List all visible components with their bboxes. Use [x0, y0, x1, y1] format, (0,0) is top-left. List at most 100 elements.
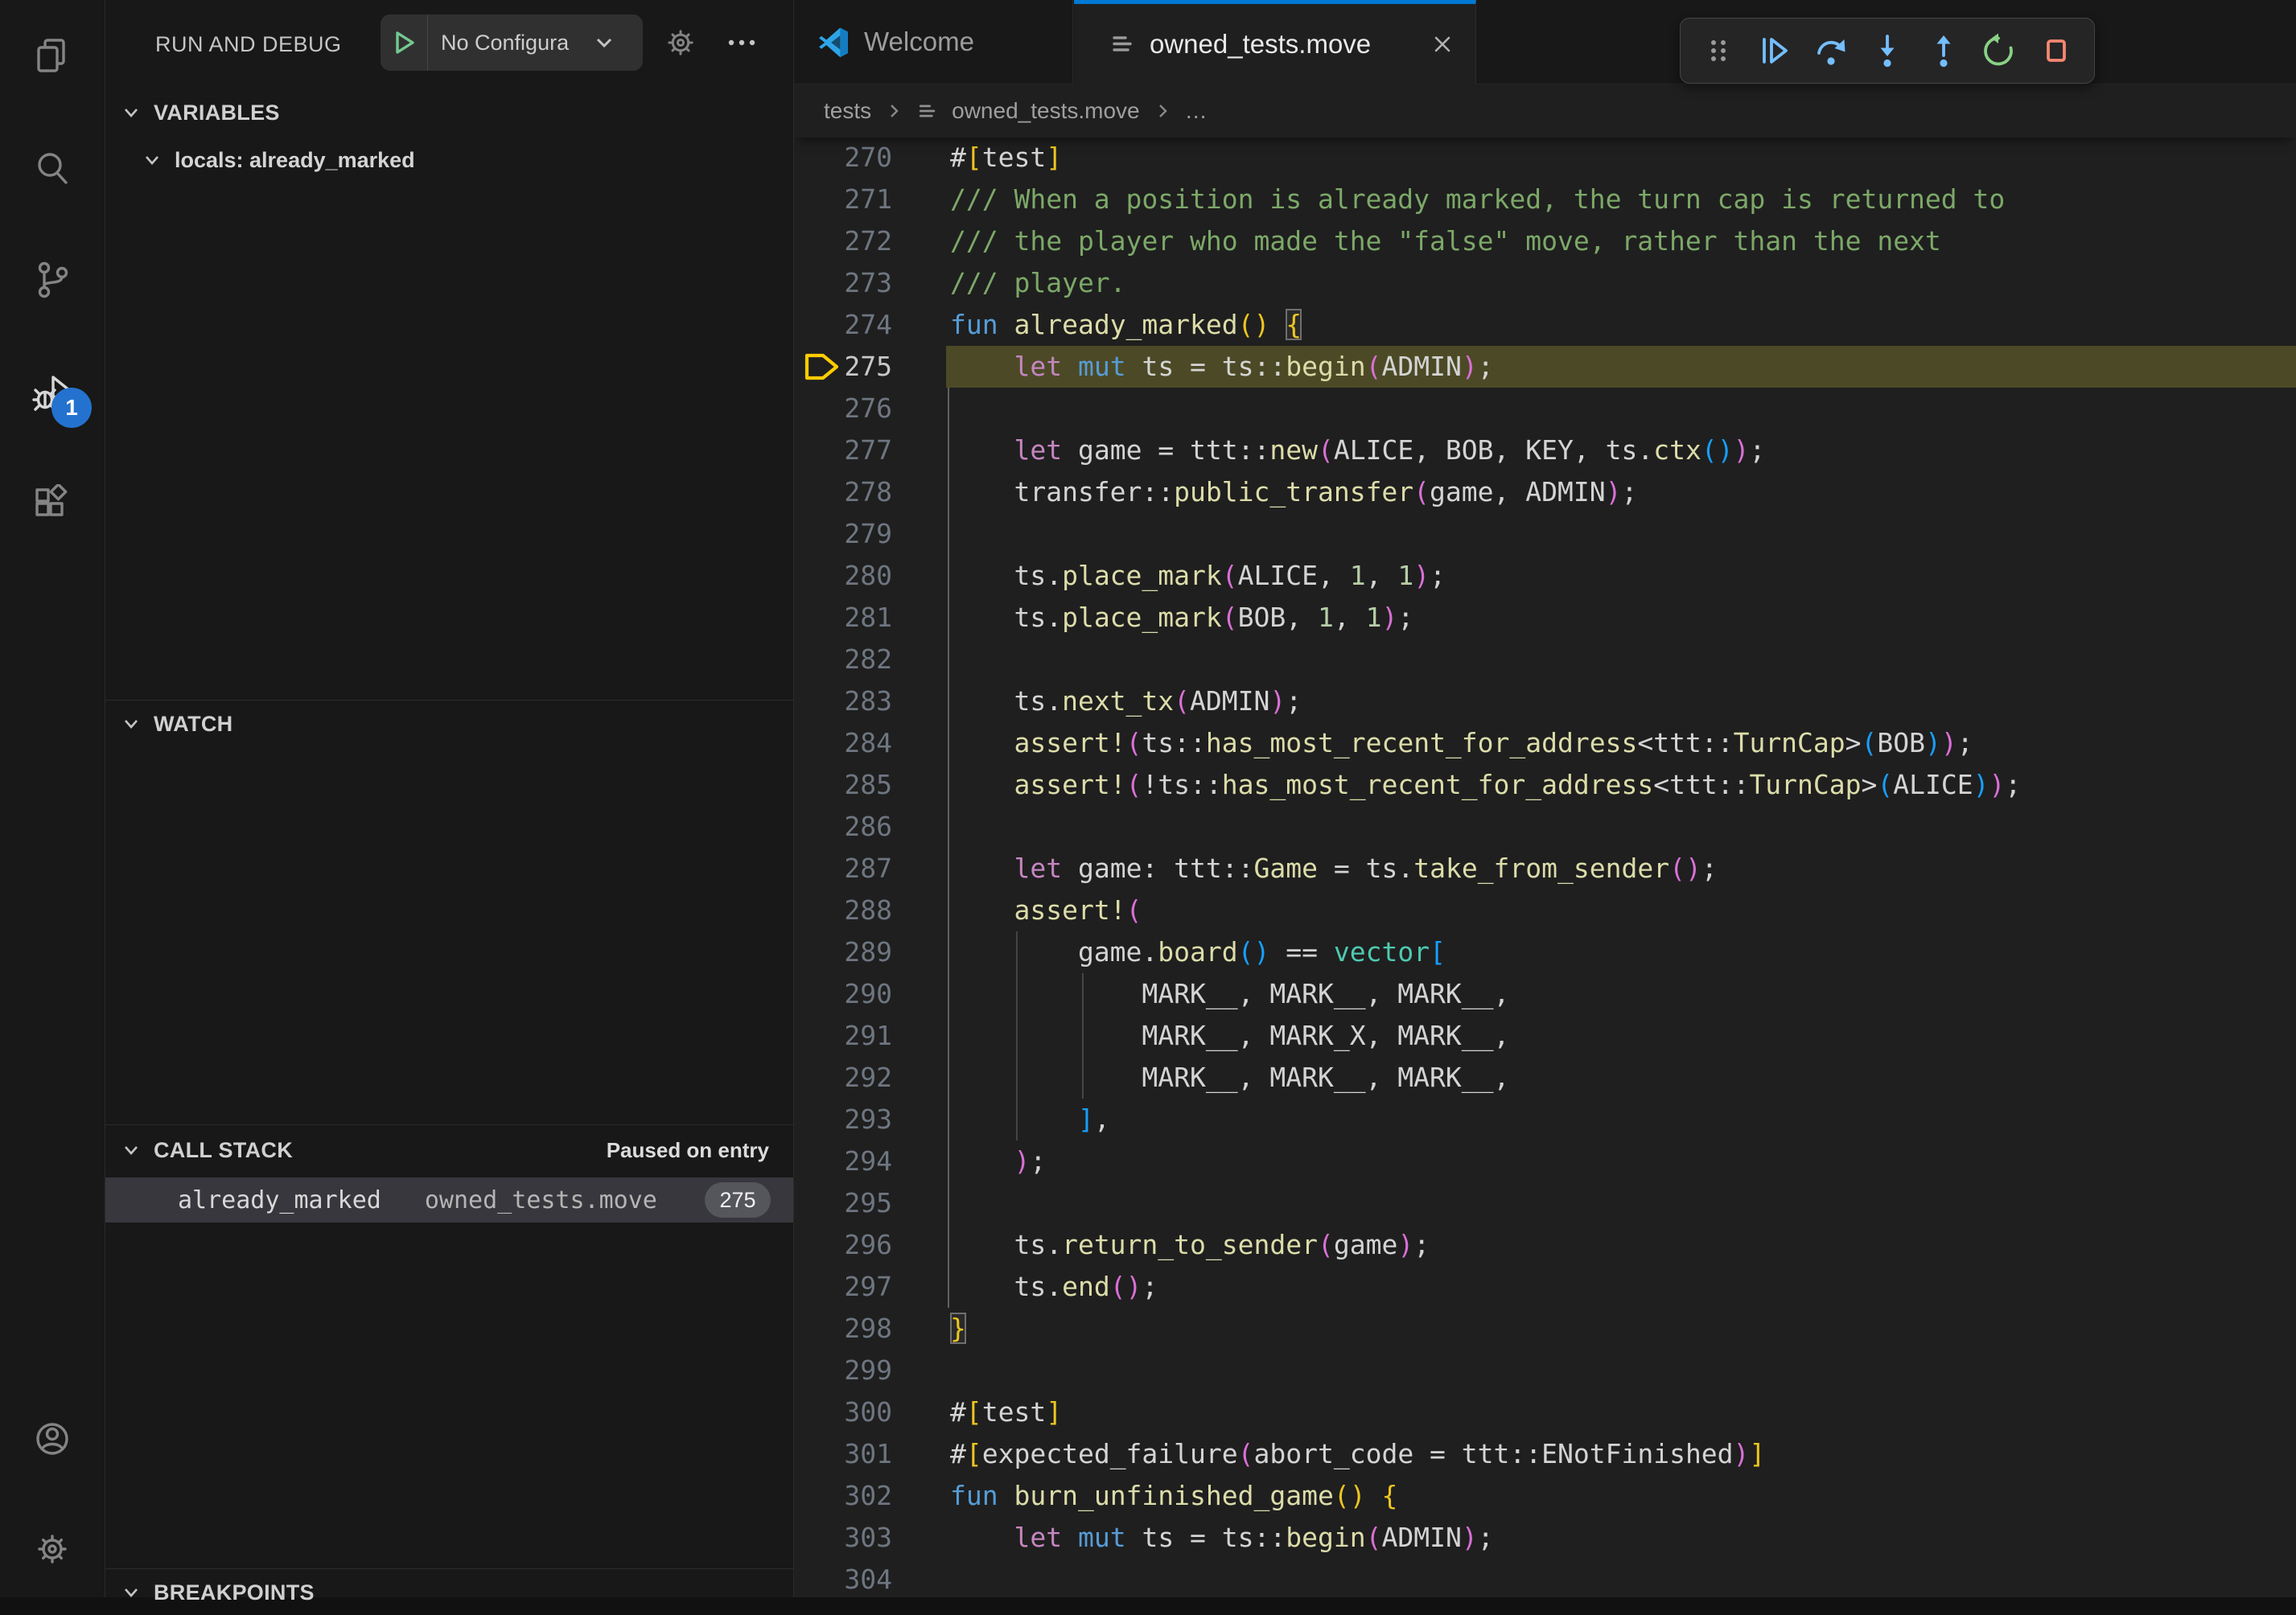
search-icon[interactable] [31, 148, 73, 190]
line-number[interactable]: 292 [793, 1057, 950, 1099]
code-line[interactable]: 289 game.board() == vector[ [793, 931, 2296, 973]
code-line[interactable]: 288 assert!( [793, 890, 2296, 931]
code-line[interactable]: 304 [793, 1559, 2296, 1601]
line-number[interactable]: 283 [793, 680, 950, 722]
step-over-icon[interactable] [1806, 25, 1856, 76]
line-number[interactable]: 282 [793, 639, 950, 680]
line-number[interactable]: 284 [793, 722, 950, 764]
code-line[interactable]: 301#[expected_failure(abort_code = ttt::… [793, 1433, 2296, 1475]
code-line[interactable]: 287 let game: ttt::Game = ts.take_from_s… [793, 848, 2296, 890]
code-line[interactable]: 297 ts.end(); [793, 1266, 2296, 1308]
code-editor[interactable]: 270#[test]271/// When a position is alre… [793, 137, 2296, 1601]
code-line[interactable]: 279 [793, 513, 2296, 555]
line-number[interactable]: 280 [793, 555, 950, 597]
continue-icon[interactable] [1750, 25, 1800, 76]
code-line[interactable]: 300#[test] [793, 1391, 2296, 1433]
code-line[interactable]: 270#[test] [793, 137, 2296, 179]
code-line[interactable]: 273/// player. [793, 262, 2296, 304]
stop-icon[interactable] [2031, 25, 2081, 76]
step-out-icon[interactable] [1919, 25, 1969, 76]
line-number[interactable]: 273 [793, 262, 950, 304]
call-stack-section-header[interactable]: CALL STACK Paused on entry [105, 1128, 793, 1173]
code-line[interactable]: 277 let game = ttt::new(ALICE, BOB, KEY,… [793, 429, 2296, 471]
line-number[interactable]: 274 [793, 304, 950, 346]
code-line[interactable]: 293 ], [793, 1099, 2296, 1140]
line-number[interactable]: 279 [793, 513, 950, 555]
stack-frame-row[interactable]: already_marked owned_tests.move 275 [105, 1177, 793, 1223]
restart-icon[interactable] [1975, 25, 2025, 76]
breadcrumb-item-tests[interactable]: tests [824, 98, 871, 124]
debug-settings-gear-icon[interactable] [662, 24, 699, 61]
code-line[interactable]: 282 [793, 639, 2296, 680]
line-number[interactable]: 301 [793, 1433, 950, 1475]
line-number[interactable]: 270 [793, 137, 950, 179]
code-line[interactable]: 298} [793, 1308, 2296, 1350]
line-number[interactable]: 302 [793, 1475, 950, 1517]
line-number[interactable]: 297 [793, 1266, 950, 1308]
line-number[interactable]: 286 [793, 806, 950, 848]
code-line[interactable]: 290 MARK__, MARK__, MARK__, [793, 973, 2296, 1015]
code-line[interactable]: 278 transfer::public_transfer(game, ADMI… [793, 471, 2296, 513]
settings-gear-icon[interactable] [31, 1528, 73, 1570]
more-actions-icon[interactable] [723, 24, 760, 61]
line-number[interactable]: 300 [793, 1391, 950, 1433]
code-line[interactable]: 291 MARK__, MARK_X, MARK__, [793, 1015, 2296, 1057]
line-number[interactable]: 287 [793, 848, 950, 890]
line-number[interactable]: 289 [793, 931, 950, 973]
line-number[interactable]: 293 [793, 1099, 950, 1140]
breadcrumb-item-symbol[interactable]: … [1185, 98, 1208, 124]
line-number[interactable]: 295 [793, 1182, 950, 1224]
tab-welcome[interactable]: Welcome [793, 0, 1073, 84]
line-number[interactable]: 285 [793, 764, 950, 806]
code-line[interactable]: 283 ts.next_tx(ADMIN); [793, 680, 2296, 722]
line-number[interactable]: 304 [793, 1559, 950, 1601]
code-line[interactable]: 276 [793, 388, 2296, 429]
breakpoints-section-header[interactable]: BREAKPOINTS [105, 1570, 793, 1615]
code-line[interactable]: 280 ts.place_mark(ALICE, 1, 1); [793, 555, 2296, 597]
explorer-icon[interactable] [31, 35, 73, 77]
line-number[interactable]: 294 [793, 1140, 950, 1182]
account-icon[interactable] [31, 1418, 73, 1460]
variables-section-header[interactable]: VARIABLES [105, 90, 793, 135]
source-control-icon[interactable] [31, 259, 73, 301]
code-line[interactable]: 275 let mut ts = ts::begin(ADMIN); [793, 346, 2296, 388]
line-number[interactable]: 276 [793, 388, 950, 429]
line-number[interactable]: 288 [793, 890, 950, 931]
locals-scope-row[interactable]: locals: already_marked [105, 138, 793, 182]
code-line[interactable]: 284 assert!(ts::has_most_recent_for_addr… [793, 722, 2296, 764]
code-line[interactable]: 286 [793, 806, 2296, 848]
code-line[interactable]: 281 ts.place_mark(BOB, 1, 1); [793, 597, 2296, 639]
line-number[interactable]: 281 [793, 597, 950, 639]
start-debug-icon[interactable] [381, 14, 428, 71]
code-line[interactable]: 292 MARK__, MARK__, MARK__, [793, 1057, 2296, 1099]
step-into-icon[interactable] [1862, 25, 1912, 76]
code-line[interactable]: 302fun burn_unfinished_game() { [793, 1475, 2296, 1517]
toolbar-drag-grip[interactable] [1693, 25, 1743, 76]
code-line[interactable]: 299 [793, 1350, 2296, 1391]
code-line[interactable]: 295 [793, 1182, 2296, 1224]
code-line[interactable]: 271/// When a position is already marked… [793, 179, 2296, 220]
line-number[interactable]: 278 [793, 471, 950, 513]
code-line[interactable]: 272/// the player who made the "false" m… [793, 220, 2296, 262]
code-line[interactable]: 296 ts.return_to_sender(game); [793, 1224, 2296, 1266]
breadcrumb-item-file[interactable]: owned_tests.move [952, 98, 1139, 124]
line-number[interactable]: 291 [793, 1015, 950, 1057]
code-line[interactable]: 285 assert!(!ts::has_most_recent_for_add… [793, 764, 2296, 806]
code-line[interactable]: 303 let mut ts = ts::begin(ADMIN); [793, 1517, 2296, 1559]
tab-owned-tests-move[interactable]: owned_tests.move [1074, 0, 1476, 84]
code-line[interactable]: 274fun already_marked() { [793, 304, 2296, 346]
watch-section-header[interactable]: WATCH [105, 701, 793, 746]
line-number[interactable]: 277 [793, 429, 950, 471]
line-number[interactable]: 298 [793, 1308, 950, 1350]
line-number[interactable]: 290 [793, 973, 950, 1015]
code-line[interactable]: 294 ); [793, 1140, 2296, 1182]
line-number[interactable]: 296 [793, 1224, 950, 1266]
line-number[interactable]: 271 [793, 179, 950, 220]
line-number[interactable]: 299 [793, 1350, 950, 1391]
line-number[interactable]: 272 [793, 220, 950, 262]
configuration-select[interactable]: No Configura [428, 31, 590, 55]
extensions-icon[interactable] [31, 484, 73, 526]
close-tab-icon[interactable] [1430, 32, 1455, 56]
launch-configuration-button[interactable]: No Configura [381, 14, 643, 71]
line-number[interactable]: 303 [793, 1517, 950, 1559]
